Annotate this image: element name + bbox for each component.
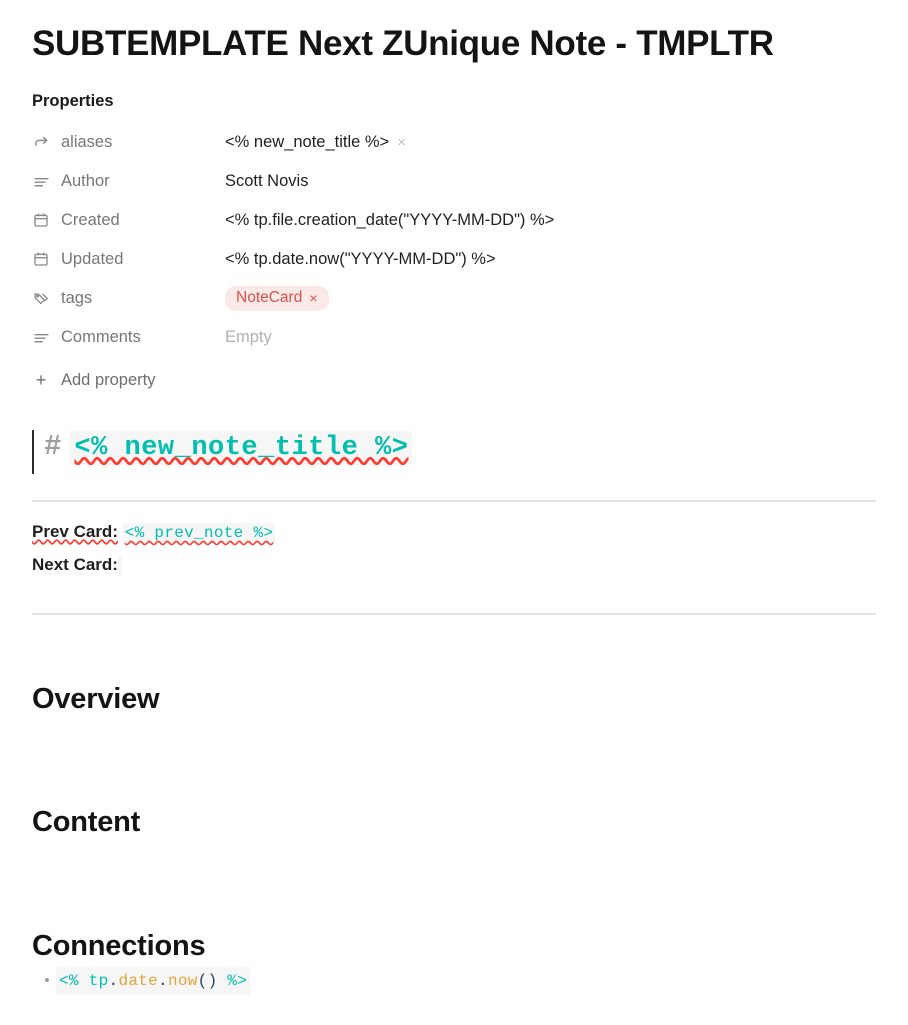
property-row-updated[interactable]: Updated <% tp.date.now("YYYY-MM-DD") %> bbox=[32, 240, 876, 279]
text-lines-icon bbox=[32, 328, 50, 346]
note-page: SUBTEMPLATE Next ZUnique Note - TMPLTR P… bbox=[0, 0, 908, 1025]
property-value-comments[interactable]: Empty bbox=[225, 328, 272, 347]
property-value-tags[interactable]: NoteCard × bbox=[225, 285, 329, 311]
tag-chip-notecard[interactable]: NoteCard × bbox=[225, 285, 329, 311]
property-row-aliases[interactable]: aliases <% new_note_title %> × bbox=[32, 123, 876, 162]
list-item[interactable]: • <% tp.date.now() %> bbox=[32, 966, 876, 995]
property-key-updated[interactable]: Updated bbox=[32, 250, 225, 269]
prev-card-label: Prev Card: bbox=[32, 521, 118, 541]
tags-icon bbox=[32, 289, 50, 307]
code-token: now bbox=[167, 971, 198, 990]
properties-list: aliases <% new_note_title %> × Author Sc bbox=[32, 123, 876, 390]
heading1-template-code[interactable]: <% new_note_title %> bbox=[70, 430, 413, 465]
section-heading-content: Content bbox=[32, 805, 141, 838]
tag-label: NoteCard bbox=[236, 288, 303, 306]
arrow-turn-right-icon bbox=[32, 133, 50, 151]
connections-template-code[interactable]: <% tp.date.now() %> bbox=[56, 966, 251, 995]
code-token: <% bbox=[59, 971, 89, 990]
property-key-comments[interactable]: Comments bbox=[32, 328, 225, 347]
property-key-label: Created bbox=[61, 210, 120, 229]
code-token: %> bbox=[217, 971, 248, 990]
remove-alias-icon[interactable]: × bbox=[397, 135, 406, 150]
property-row-comments[interactable]: Comments Empty bbox=[32, 318, 876, 357]
properties-heading: Properties bbox=[32, 91, 114, 110]
code-token: . bbox=[158, 971, 168, 990]
bullet-icon: • bbox=[44, 971, 50, 989]
code-token: tp bbox=[88, 971, 109, 990]
property-key-label: aliases bbox=[61, 132, 113, 151]
property-row-author[interactable]: Author Scott Novis bbox=[32, 162, 876, 201]
horizontal-rule-bottom bbox=[32, 612, 876, 615]
text-lines-icon bbox=[32, 172, 50, 190]
connections-list[interactable]: • <% tp.date.now() %> bbox=[32, 966, 876, 995]
property-key-label: Author bbox=[61, 171, 110, 190]
property-row-created[interactable]: Created <% tp.file.creation_date("YYYY-M… bbox=[32, 201, 876, 240]
markdown-hash-token: # bbox=[44, 429, 62, 463]
prev-card-template-code[interactable]: <% prev_note %> bbox=[122, 522, 276, 543]
section-heading-connections: Connections bbox=[32, 929, 206, 962]
plus-icon: + bbox=[35, 370, 47, 391]
editor-body[interactable]: # <% new_note_title %> Prev Card: <% pre… bbox=[32, 429, 876, 995]
property-row-tags[interactable]: tags NoteCard × bbox=[32, 279, 876, 318]
property-key-author[interactable]: Author bbox=[32, 172, 225, 191]
horizontal-rule-top bbox=[32, 499, 876, 502]
next-card-label: Next Card: bbox=[32, 554, 118, 574]
property-value-aliases[interactable]: <% new_note_title %> × bbox=[225, 133, 406, 152]
property-key-created[interactable]: Created bbox=[32, 211, 225, 230]
page-title: SUBTEMPLATE Next ZUnique Note - TMPLTR bbox=[32, 24, 774, 63]
property-value-author[interactable]: Scott Novis bbox=[225, 172, 308, 191]
property-key-aliases[interactable]: aliases bbox=[32, 133, 225, 152]
add-property-label: Add property bbox=[61, 370, 156, 389]
code-token: date bbox=[118, 971, 159, 990]
heading1-edit-line[interactable]: # <% new_note_title %> bbox=[32, 429, 876, 474]
calendar-icon bbox=[32, 250, 50, 268]
remove-tag-icon[interactable]: × bbox=[309, 290, 317, 306]
property-value-created[interactable]: <% tp.file.creation_date("YYYY-MM-DD") %… bbox=[225, 211, 554, 230]
alias-value-text: <% new_note_title %> bbox=[225, 132, 390, 151]
next-card-template-code[interactable] bbox=[117, 555, 122, 576]
calendar-icon bbox=[32, 211, 50, 229]
section-heading-overview: Overview bbox=[32, 682, 160, 715]
prev-card-line[interactable]: Prev Card: <% prev_note %> bbox=[32, 516, 876, 549]
card-navigation-block[interactable]: Prev Card: <% prev_note %> Next Card: bbox=[32, 516, 876, 582]
property-key-label: tags bbox=[61, 288, 93, 307]
code-token: () bbox=[197, 971, 218, 990]
next-card-line[interactable]: Next Card: bbox=[32, 549, 876, 582]
property-key-label: Comments bbox=[61, 327, 141, 346]
code-token: . bbox=[108, 971, 119, 990]
property-key-tags[interactable]: tags bbox=[32, 289, 225, 308]
property-key-label: Updated bbox=[61, 249, 124, 268]
property-value-updated[interactable]: <% tp.date.now("YYYY-MM-DD") %> bbox=[225, 250, 496, 269]
add-property-button[interactable]: + Add property bbox=[32, 371, 876, 390]
